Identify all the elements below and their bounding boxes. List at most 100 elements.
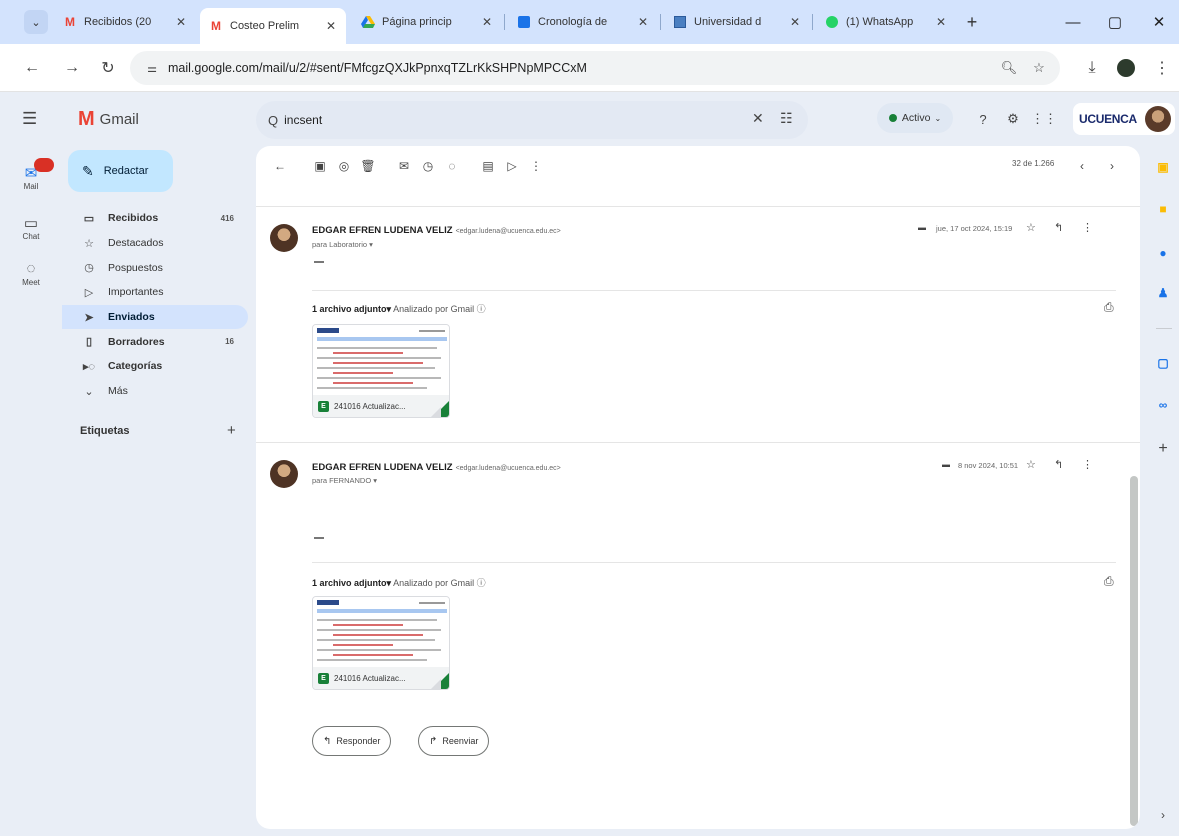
report-spam-icon[interactable]: ◎ — [336, 158, 352, 174]
account-switcher[interactable]: UCUENCA — [1073, 103, 1175, 135]
expand-panel-icon[interactable]: › — [1154, 806, 1172, 824]
close-icon[interactable]: ✕ — [788, 15, 802, 29]
recipient-line[interactable]: para FERNANDO ▾ — [312, 476, 377, 485]
more-vert-icon[interactable]: ⋮ — [1082, 458, 1093, 471]
new-tab-button[interactable]: + — [960, 10, 984, 34]
keep-icon[interactable]: ■ — [1154, 200, 1172, 218]
close-icon[interactable]: ✕ — [480, 15, 494, 29]
download-all-icon[interactable]: ⎙ — [1104, 574, 1114, 589]
older-icon[interactable]: › — [1104, 158, 1120, 174]
label-icon[interactable]: ▷ — [504, 158, 520, 174]
close-icon[interactable]: ✕ — [636, 15, 650, 29]
move-to-icon[interactable]: ▤ — [480, 158, 496, 174]
help-icon[interactable]: ? — [973, 109, 993, 129]
reply-icon[interactable]: ↰ — [1054, 221, 1063, 234]
add-task-icon[interactable]: ◌ — [444, 158, 460, 174]
sidebar-item-destacados[interactable]: ☆ Destacados — [62, 231, 248, 256]
minimize-button[interactable]: — — [1058, 10, 1088, 34]
sender-name[interactable]: EDGAR EFREN LUDENA VELIZ <edgar.ludena@uc… — [312, 225, 561, 236]
back-to-list-icon[interactable]: ← — [272, 158, 288, 174]
tasks-icon[interactable]: ● — [1154, 244, 1172, 262]
tab-search-button[interactable]: ⌄ — [24, 10, 48, 34]
close-window-button[interactable]: ✕ — [1144, 10, 1174, 34]
calendar-icon[interactable]: ▣ — [1154, 158, 1172, 176]
search-bar[interactable]: Q incsent ✕ ☷ — [256, 101, 808, 139]
more-options-icon[interactable]: ⋮ — [528, 158, 544, 174]
tab-universidad[interactable]: Universidad d ✕ — [664, 8, 810, 36]
tab-divider — [812, 14, 813, 30]
contacts-icon[interactable]: ♟ — [1154, 284, 1172, 302]
avatar[interactable] — [1145, 106, 1171, 132]
search-input[interactable]: incsent — [284, 113, 322, 127]
profile-icon[interactable] — [1114, 56, 1138, 80]
get-addons-icon[interactable]: + — [1154, 440, 1172, 458]
close-icon[interactable]: ✕ — [324, 19, 338, 33]
bookmark-star-icon[interactable]: ☆ — [1028, 57, 1050, 79]
restore-button[interactable]: ▢ — [1100, 10, 1130, 34]
zoom-app-icon[interactable]: ▢ — [1154, 354, 1172, 372]
sidebar-item-categorias[interactable]: ▸◌ Categorías — [62, 354, 248, 379]
reply-icon[interactable]: ↰ — [1054, 458, 1063, 471]
archive-icon[interactable]: ▣ — [312, 158, 328, 174]
compose-button[interactable]: ✎ Redactar — [68, 150, 173, 192]
recipient-line[interactable]: para Laboratorio ▾ — [312, 240, 373, 249]
main-menu-icon[interactable]: ☰ — [22, 109, 37, 129]
site-info-icon[interactable]: ⚌ — [140, 56, 164, 80]
tab-recibidos[interactable]: M Recibidos (20 ✕ — [54, 8, 196, 36]
forward-icon: ↱ — [429, 735, 438, 747]
close-icon[interactable]: ✕ — [934, 15, 948, 29]
sidebar-item-borradores[interactable]: ▯ Borradores 16 — [62, 329, 248, 354]
message-date: jue, 17 oct 2024, 15:19 — [936, 224, 1013, 233]
sidebar-item-enviados[interactable]: ➤ Enviados — [62, 304, 248, 330]
star-icon[interactable]: ☆ — [1026, 458, 1036, 471]
scrollbar[interactable] — [1130, 476, 1138, 826]
address-bar[interactable]: ⚌ mail.google.com/mail/u/2/#sent/FMfcgzQ… — [130, 51, 1060, 85]
sidebar-item-label: Más — [108, 385, 128, 398]
browser-menu-icon[interactable]: ⋮ — [1150, 56, 1174, 80]
sidebar-item-pospuestos[interactable]: ◷ Pospuestos — [62, 255, 248, 280]
tab-pagina-principal[interactable]: Página princip ✕ — [352, 8, 502, 36]
mark-unread-icon[interactable]: ✉ — [396, 158, 412, 174]
tab-costeo[interactable]: M Costeo Prelim ✕ — [200, 8, 346, 44]
sender-name[interactable]: EDGAR EFREN LUDENA VELIZ <edgar.ludena@uc… — [312, 462, 561, 473]
tab-cronologia[interactable]: Cronología de ✕ — [508, 8, 658, 36]
attachment-card[interactable]: E 241016 Actualizac... — [312, 324, 450, 418]
rail-meet[interactable]: ◌ Meet — [4, 260, 58, 287]
newer-icon[interactable]: ‹ — [1074, 158, 1090, 174]
tab-whatsapp[interactable]: (1) WhatsApp ✕ — [816, 8, 956, 36]
apps-grid-icon[interactable]: ⋮⋮ — [1031, 109, 1057, 129]
rail-chat[interactable]: ▭ Chat — [4, 214, 58, 241]
addon-icon[interactable]: ∞ — [1154, 396, 1172, 414]
status-selector[interactable]: Activo ⌄ — [877, 103, 953, 133]
close-icon[interactable]: ✕ — [174, 15, 188, 29]
add-label-button[interactable]: + — [227, 422, 236, 439]
settings-gear-icon[interactable]: ⚙ — [1003, 109, 1023, 129]
snooze-icon[interactable]: ◷ — [420, 158, 436, 174]
sidebar-item-importantes[interactable]: ▷ Importantes — [62, 280, 248, 305]
sidebar-item-recibidos[interactable]: ▭ Recibidos 416 — [62, 206, 248, 231]
zoom-icon[interactable]: 🔍︎ — [998, 57, 1020, 79]
download-all-icon[interactable]: ⎙ — [1104, 300, 1114, 315]
reload-button[interactable]: ↻ — [96, 56, 120, 80]
download-icon[interactable]: ⤓ — [1080, 56, 1104, 80]
star-icon[interactable]: ☆ — [1026, 221, 1036, 234]
delete-icon[interactable]: 🗑︎ — [360, 158, 376, 174]
attachment-card[interactable]: E 241016 Actualizac... — [312, 596, 450, 690]
avatar[interactable] — [270, 224, 298, 252]
sidebar-item-mas[interactable]: ⌄ Más — [62, 379, 248, 404]
back-button[interactable]: ← — [20, 56, 44, 80]
gmail-logo[interactable]: M Gmail — [78, 108, 139, 131]
attachment-thumbnail — [313, 325, 449, 397]
more-vert-icon[interactable]: ⋮ — [1082, 221, 1093, 234]
clear-search-icon[interactable]: ✕ — [752, 110, 764, 127]
sidebar-item-label: Enviados — [108, 311, 155, 324]
search-options-icon[interactable]: ☷ — [780, 110, 793, 127]
left-rail: ✉ Mail ▭ Chat ◌ Meet — [0, 148, 62, 836]
info-icon[interactable]: ⓘ — [477, 304, 486, 314]
forward-button[interactable]: → — [60, 56, 84, 80]
reply-button[interactable]: ↰ Responder — [312, 726, 392, 756]
info-icon[interactable]: ⓘ — [477, 578, 486, 588]
avatar[interactable] — [270, 460, 298, 488]
forward-button[interactable]: ↱ Reenviar — [418, 726, 490, 756]
search-icon[interactable]: Q — [268, 113, 278, 128]
